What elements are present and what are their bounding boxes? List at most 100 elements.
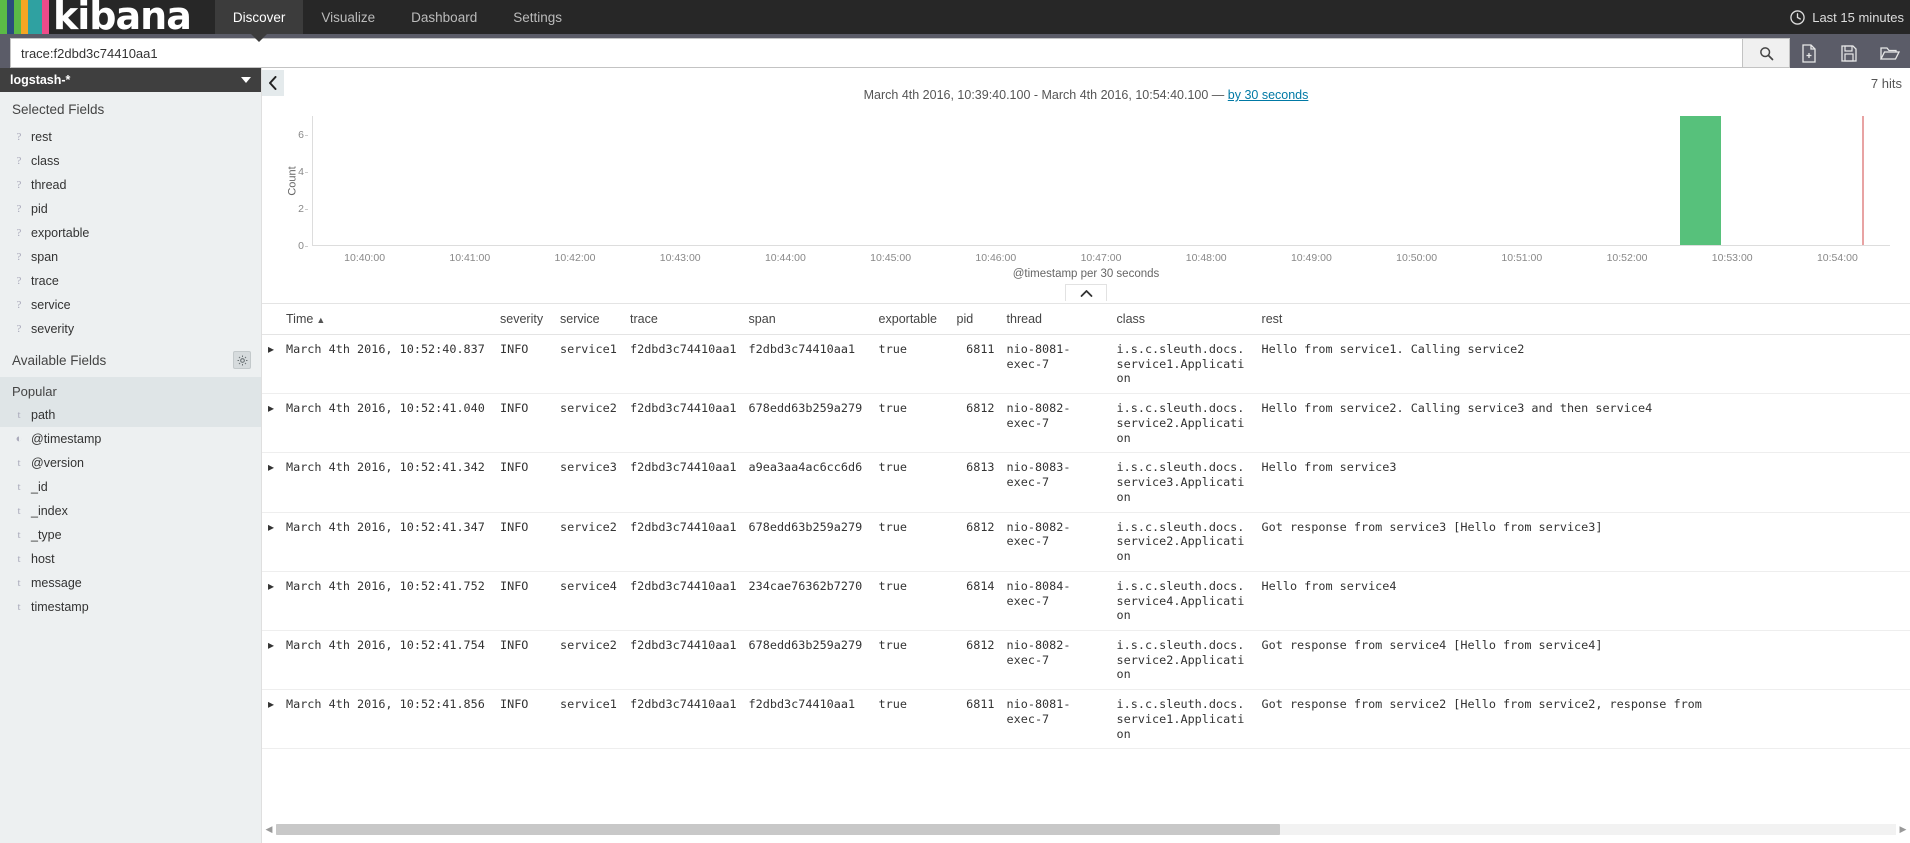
column-header-trace[interactable]: trace	[624, 304, 743, 335]
selected-field-class[interactable]: ? class	[0, 149, 261, 173]
new-search-icon[interactable]	[1800, 43, 1818, 63]
cell-thread: nio-8082-exec-7	[1000, 512, 1111, 572]
field-type-icon: t	[17, 409, 21, 421]
popular-field-path[interactable]: t path	[0, 403, 261, 427]
column-header-time[interactable]: Time ▲	[284, 304, 494, 335]
available-field-id[interactable]: t _id	[0, 475, 261, 499]
nav-item-visualize[interactable]: Visualize	[303, 0, 393, 34]
column-header-class[interactable]: class	[1110, 304, 1256, 335]
available-field-host[interactable]: t host	[0, 547, 261, 571]
selected-field-pid[interactable]: ? pid	[0, 197, 261, 221]
selected-field-span[interactable]: ? span	[0, 245, 261, 269]
kibana-logo[interactable]: kibana	[0, 0, 192, 35]
column-header-severity[interactable]: severity	[494, 304, 554, 335]
column-header-rest[interactable]: rest	[1255, 304, 1910, 335]
cell-exportable: true	[872, 689, 951, 750]
table-row[interactable]: ▸ March 4th 2016, 10:52:41.040 INFO service…	[262, 393, 1910, 454]
selected-field-rest[interactable]: ? rest	[0, 125, 261, 149]
histogram-edge-marker	[1861, 116, 1864, 245]
logo-bar-2	[14, 0, 21, 34]
documents-table-wrapper: Time ▲ severity service trace span exportable p…	[262, 303, 1910, 750]
available-field-version[interactable]: t @version	[0, 451, 261, 475]
open-search-icon[interactable]	[1880, 44, 1900, 63]
content-area: 7 hits March 4th 2016, 10:39:40.100 - Ma…	[262, 68, 1910, 843]
available-fields-label: Available Fields	[12, 352, 107, 368]
scroll-left-arrow[interactable]: ◀	[262, 824, 276, 835]
cell-rest: Hello from service1. Calling service2	[1255, 334, 1910, 395]
available-field-timestamp[interactable]: t timestamp	[0, 595, 261, 619]
row-expand-icon[interactable]: ▸	[262, 630, 284, 691]
selected-field-service[interactable]: ? service	[0, 293, 261, 317]
selected-field-exportable[interactable]: ? exportable	[0, 221, 261, 245]
column-header-service[interactable]: service	[554, 304, 624, 335]
cell-thread: nio-8084-exec-7	[1000, 571, 1111, 632]
field-type-icon: t	[17, 481, 21, 493]
table-row[interactable]: ▸ March 4th 2016, 10:52:41.856 INFO service…	[262, 689, 1910, 750]
sidebar-collapse-button[interactable]	[262, 70, 284, 96]
nav-item-dashboard[interactable]: Dashboard	[393, 0, 495, 34]
cell-class: i.s.c.sleuth.docs.service2.Application	[1110, 630, 1256, 691]
table-row[interactable]: ▸ March 4th 2016, 10:52:41.754 INFO service…	[262, 630, 1910, 691]
available-field-timestamp[interactable]: ◐ @timestamp	[0, 427, 261, 451]
x-tick-104500: 10:45:00	[870, 252, 912, 264]
cell-thread: nio-8083-exec-7	[1000, 452, 1111, 513]
column-header-thread[interactable]: thread	[1000, 304, 1111, 335]
cell-exportable: true	[872, 512, 951, 572]
row-expand-icon[interactable]: ▸	[262, 689, 284, 750]
field-label: host	[31, 552, 55, 566]
scrollbar-track[interactable]	[276, 823, 1896, 835]
cell-pid: 6811	[950, 334, 1001, 395]
scroll-right-arrow[interactable]: ▶	[1896, 824, 1910, 835]
field-type-icon: t	[17, 505, 21, 517]
interval-link[interactable]: by 30 seconds	[1228, 88, 1309, 102]
chart-plot-area[interactable]	[312, 116, 1890, 246]
row-expand-icon[interactable]: ▸	[262, 393, 284, 454]
logo-bar-5	[35, 0, 42, 34]
row-expand-icon[interactable]: ▸	[262, 334, 284, 395]
histogram-bar[interactable]	[1679, 116, 1721, 245]
index-pattern-label: logstash-*	[10, 73, 71, 87]
column-header-exportable[interactable]: exportable	[872, 304, 951, 335]
table-row[interactable]: ▸ March 4th 2016, 10:52:41.752 INFO service…	[262, 571, 1910, 632]
column-header-span[interactable]: span	[742, 304, 873, 335]
table-row[interactable]: ▸ March 4th 2016, 10:52:41.342 INFO service…	[262, 452, 1910, 513]
row-expand-icon[interactable]: ▸	[262, 452, 284, 513]
index-pattern-selector[interactable]: logstash-*	[0, 68, 261, 92]
table-row[interactable]: ▸ March 4th 2016, 10:52:41.347 INFO service…	[262, 512, 1910, 572]
cell-time: March 4th 2016, 10:52:40.837	[284, 334, 494, 395]
available-field-index[interactable]: t _index	[0, 499, 261, 523]
column-header-pid[interactable]: pid	[950, 304, 1001, 335]
horizontal-scrollbar[interactable]: ◀ ▶	[262, 823, 1910, 835]
sort-asc-icon[interactable]: ▲	[316, 315, 325, 325]
selected-field-trace[interactable]: ? trace	[0, 269, 261, 293]
gear-icon[interactable]	[233, 351, 251, 369]
cell-time: March 4th 2016, 10:52:41.752	[284, 571, 494, 632]
time-picker[interactable]: Last 15 minutes	[1790, 0, 1910, 34]
field-label: severity	[31, 322, 75, 336]
logo-bar-3	[21, 0, 28, 34]
row-expand-icon[interactable]: ▸	[262, 512, 284, 572]
selected-fields-header: Selected Fields	[12, 102, 105, 117]
search-input[interactable]	[10, 38, 1742, 68]
available-field-type[interactable]: t _type	[0, 523, 261, 547]
chart-collapse-button[interactable]	[1065, 284, 1107, 301]
cell-span: a9ea3aa4ac6cc6d6	[742, 452, 873, 513]
scrollbar-thumb[interactable]	[276, 823, 1281, 835]
cell-rest: Hello from service2. Calling service3 an…	[1255, 393, 1910, 454]
field-label: class	[31, 154, 60, 168]
nav-item-discover[interactable]: Discover	[214, 0, 304, 42]
available-field-message[interactable]: t message	[0, 571, 261, 595]
search-icon	[1759, 46, 1773, 60]
cell-thread: nio-8082-exec-7	[1000, 630, 1111, 691]
save-search-icon[interactable]	[1840, 44, 1858, 63]
search-submit-button[interactable]	[1742, 38, 1790, 68]
selected-field-thread[interactable]: ? thread	[0, 173, 261, 197]
table-row[interactable]: ▸ March 4th 2016, 10:52:40.837 INFO service…	[262, 334, 1910, 395]
cell-time: March 4th 2016, 10:52:41.040	[284, 393, 494, 454]
x-tick-104000: 10:40:00	[344, 252, 386, 264]
row-expand-icon[interactable]: ▸	[262, 571, 284, 632]
field-type-icon: ?	[16, 275, 22, 287]
nav-item-settings[interactable]: Settings	[495, 0, 580, 34]
selected-field-severity[interactable]: ? severity	[0, 317, 261, 341]
logo-color-bars	[0, 0, 49, 34]
